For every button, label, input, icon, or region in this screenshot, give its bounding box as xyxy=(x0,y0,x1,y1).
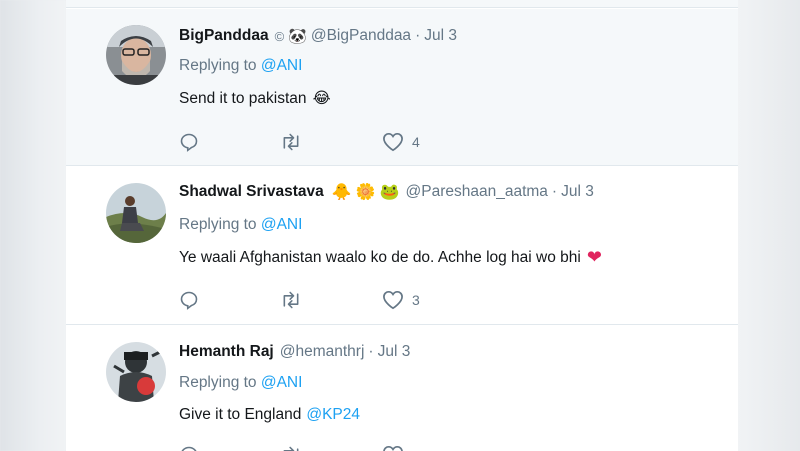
laughing-emoji: 😂 xyxy=(312,90,331,107)
tweet-actions: 4 xyxy=(179,130,420,154)
user-handle[interactable]: @hemanthrj xyxy=(280,343,365,361)
display-name[interactable]: Shadwal Srivastava xyxy=(179,183,324,201)
mention-link[interactable]: @ANI xyxy=(261,374,303,391)
tweet-actions: 3 xyxy=(179,288,420,312)
like-button[interactable]: 3 xyxy=(382,290,420,310)
tweet-text-content: Send it to pakistan xyxy=(179,89,307,107)
replying-to: Replying to @ANI xyxy=(179,374,302,392)
display-name[interactable]: BigPanddaa xyxy=(179,27,269,45)
retweet-button[interactable] xyxy=(279,132,382,152)
replying-label: Replying to xyxy=(179,374,257,391)
tweet-text: Send it to pakistan 😂 xyxy=(179,89,331,108)
mention-link[interactable]: @ANI xyxy=(261,216,303,233)
blurred-left-margin xyxy=(0,0,66,451)
tweet-text-content: Ye waali Afghanistan waalo ko de do. Ach… xyxy=(179,248,581,266)
separator-dot: · xyxy=(551,183,558,200)
like-button[interactable]: 4 xyxy=(382,132,420,152)
display-name[interactable]: Hemanth Raj xyxy=(179,343,274,361)
illustrated-character-avatar-icon xyxy=(106,342,166,402)
like-icon xyxy=(383,445,403,451)
reply-button[interactable] xyxy=(179,132,279,152)
tweet-text: Ye waali Afghanistan waalo ko de do. Ach… xyxy=(179,247,602,268)
reply-thread: BigPanddaa © 🐼 @BigPanddaa · Jul 3 Reply… xyxy=(66,0,738,451)
retweet-button[interactable] xyxy=(279,290,382,310)
tweet-date[interactable]: Jul 3 xyxy=(424,27,457,45)
frog-emoji: 🐸 xyxy=(379,184,400,201)
tweet-header: Hemanth Raj @hemanthrj · Jul 3 xyxy=(179,341,410,363)
flower-emoji: 🌼 xyxy=(355,184,376,201)
separator-dot: · xyxy=(415,27,421,44)
like-button[interactable] xyxy=(382,445,404,451)
tweet-text: Give it to England @KP24 xyxy=(179,406,360,424)
tweet-card[interactable]: Shadwal Srivastava 🐥 🌼 🐸 @Pareshaan_aatm… xyxy=(66,166,738,325)
tweet-card[interactable]: BigPanddaa © 🐼 @BigPanddaa · Jul 3 Reply… xyxy=(66,9,738,166)
tweet-date[interactable]: Jul 3 xyxy=(561,183,594,201)
copyright-badge: © xyxy=(274,28,285,44)
tweet-header: BigPanddaa © 🐼 @BigPanddaa · Jul 3 xyxy=(179,25,457,47)
replying-label: Replying to xyxy=(179,57,257,74)
tweet-card[interactable]: Hemanth Raj @hemanthrj · Jul 3 Replying … xyxy=(66,325,738,451)
avatar[interactable] xyxy=(106,342,166,402)
blurred-right-margin xyxy=(738,0,800,451)
man-with-glasses-avatar-icon xyxy=(106,25,166,85)
panda-emoji: 🐼 xyxy=(288,28,307,45)
red-heart-emoji: ❤ xyxy=(586,247,602,267)
reply-button[interactable] xyxy=(179,290,279,310)
retweet-icon xyxy=(283,291,299,309)
user-handle[interactable]: @BigPanddaa xyxy=(311,27,411,45)
retweet-icon xyxy=(283,133,299,151)
replying-label: Replying to xyxy=(179,216,257,233)
avatar[interactable] xyxy=(106,183,166,243)
man-on-hill-avatar-icon xyxy=(106,183,166,243)
mention-link[interactable]: @ANI xyxy=(261,57,303,74)
separator-dot: · xyxy=(368,343,374,360)
like-count: 3 xyxy=(412,292,420,308)
like-icon xyxy=(383,132,403,152)
tweet-text-content: Give it to England xyxy=(179,406,302,423)
chick-emoji: 🐥 xyxy=(331,184,352,201)
replying-to: Replying to @ANI xyxy=(179,216,302,234)
reply-icon xyxy=(180,133,198,152)
like-icon xyxy=(383,290,403,310)
reply-icon xyxy=(181,446,197,451)
like-count: 4 xyxy=(412,134,420,150)
reply-icon xyxy=(180,291,198,310)
tweet-actions xyxy=(179,443,404,451)
replying-to: Replying to @ANI xyxy=(179,57,302,75)
avatar[interactable] xyxy=(106,25,166,85)
tweet-header: Shadwal Srivastava 🐥 🌼 🐸 @Pareshaan_aatm… xyxy=(179,181,594,203)
previous-tweet-edge xyxy=(66,0,738,8)
reply-button[interactable] xyxy=(179,445,279,451)
retweet-icon xyxy=(283,446,299,451)
retweet-button[interactable] xyxy=(279,445,382,451)
tweet-date[interactable]: Jul 3 xyxy=(378,343,411,361)
mention-link[interactable]: @KP24 xyxy=(306,406,360,424)
user-handle[interactable]: @Pareshaan_aatma xyxy=(406,183,548,201)
